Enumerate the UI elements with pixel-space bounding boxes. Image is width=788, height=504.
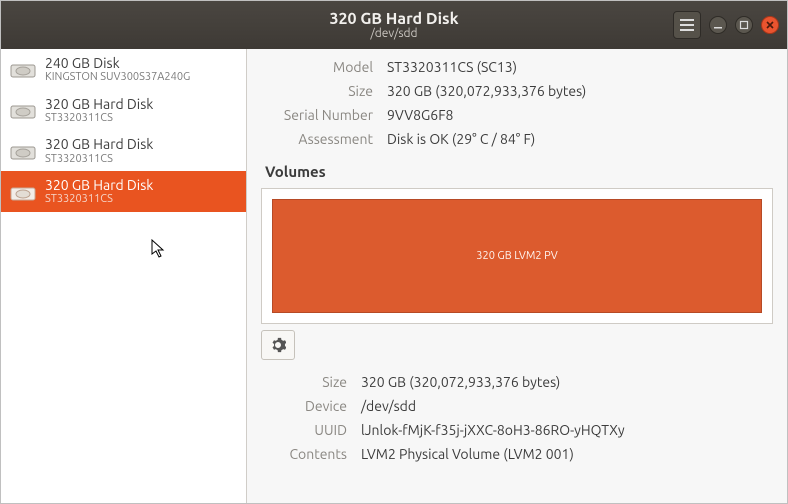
value-assessment: Disk is OK (29° C / 84° F) [387,131,773,147]
minimize-icon [713,20,723,30]
hamburger-icon [680,19,694,31]
volumes-heading: Volumes [265,163,773,180]
volumes-box: 320 GB LVM2 PV [261,188,773,324]
disk-item[interactable]: 320 GB Hard Disk ST3320311CS [1,130,246,171]
label-vol-uuid: UUID [261,422,347,438]
app-menu-button[interactable] [673,11,701,39]
disk-labels: 240 GB Disk KINGSTON SUV300S37A240G [45,55,190,84]
volume-partition[interactable]: 320 GB LVM2 PV [272,199,762,313]
disk-labels: 320 GB Hard Disk ST3320311CS [45,177,153,206]
label-serial: Serial Number [261,107,373,123]
maximize-icon [739,20,749,30]
titlebar-controls [673,11,779,39]
minimize-button[interactable] [709,16,727,34]
value-vol-uuid: lJnlok-fMjK-f35j-jXXC-8oH3-86RO-yHQTXy [361,422,773,438]
value-vol-device: /dev/sdd [361,398,773,414]
main-panel: Model ST3320311CS (SC13) Size 320 GB (32… [247,49,787,503]
disk-name: 320 GB Hard Disk [45,136,153,152]
drive-icon [9,140,37,162]
disk-item[interactable]: 240 GB Disk KINGSTON SUV300S37A240G [1,49,246,90]
disk-name: 320 GB Hard Disk [45,96,153,112]
disks-window: 320 GB Hard Disk /dev/sdd [0,0,788,504]
drive-icon [9,99,37,121]
close-button[interactable] [761,16,779,34]
disk-item-selected[interactable]: 320 GB Hard Disk ST3320311CS [1,171,246,212]
disk-model: KINGSTON SUV300S37A240G [45,71,190,84]
body: 240 GB Disk KINGSTON SUV300S37A240G 320 … [1,49,787,503]
label-model: Model [261,59,373,75]
drive-icon [9,181,37,203]
volume-partition-label: 320 GB LVM2 PV [476,250,557,262]
disk-model: ST3320311CS [45,193,153,206]
volume-settings-button[interactable] [261,330,295,360]
disk-item[interactable]: 320 GB Hard Disk ST3320311CS [1,90,246,131]
label-size: Size [261,83,373,99]
gear-icon [270,337,286,353]
disk-model: ST3320311CS [45,112,153,125]
label-vol-contents: Contents [261,446,347,462]
volume-info-grid: Size 320 GB (320,072,933,376 bytes) Devi… [261,374,773,462]
disk-name: 320 GB Hard Disk [45,177,153,193]
disk-name: 240 GB Disk [45,55,190,71]
label-vol-device: Device [261,398,347,414]
disk-labels: 320 GB Hard Disk ST3320311CS [45,96,153,125]
value-vol-contents: LVM2 Physical Volume (LVM2 001) [361,446,773,462]
titlebar: 320 GB Hard Disk /dev/sdd [1,1,787,49]
maximize-button[interactable] [735,16,753,34]
disk-list: 240 GB Disk KINGSTON SUV300S37A240G 320 … [1,49,247,503]
value-vol-size: 320 GB (320,072,933,376 bytes) [361,374,773,390]
value-size: 320 GB (320,072,933,376 bytes) [387,83,773,99]
disk-labels: 320 GB Hard Disk ST3320311CS [45,136,153,165]
close-icon [765,20,775,30]
value-serial: 9VV8G6F8 [387,107,773,123]
label-assessment: Assessment [261,131,373,147]
disk-model: ST3320311CS [45,153,153,166]
disk-info-grid: Model ST3320311CS (SC13) Size 320 GB (32… [261,59,773,147]
window-subtitle: /dev/sdd [1,27,787,40]
value-model: ST3320311CS (SC13) [387,59,773,75]
title-wrap: 320 GB Hard Disk /dev/sdd [1,10,787,40]
volume-toolbar [261,330,773,360]
drive-icon [9,58,37,80]
window-title: 320 GB Hard Disk [1,10,787,28]
label-vol-size: Size [261,374,347,390]
